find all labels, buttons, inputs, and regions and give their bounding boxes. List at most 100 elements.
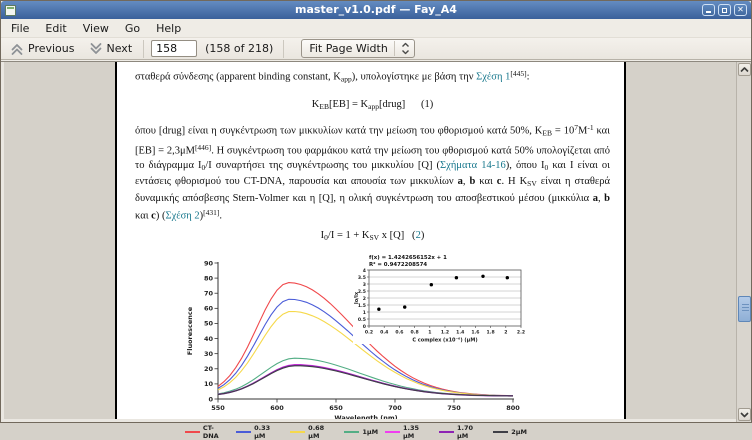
text-segment: ): [421, 230, 425, 241]
svg-text:700: 700: [388, 404, 402, 412]
svg-text:800: 800: [506, 404, 520, 412]
text-segment: και: [475, 176, 496, 187]
text-segment: app: [368, 102, 379, 111]
text-segment: [EB] = K: [329, 99, 368, 110]
menu-go[interactable]: Go: [117, 20, 148, 37]
legend-item: 0.33 μM: [236, 424, 283, 440]
svg-text:0.4: 0.4: [380, 330, 388, 336]
chart-legend: CT-DNA0.33 μM0.68 μM1μΜ1.35 μM1.70 μM2μΜ: [185, 424, 527, 440]
text-segment: b: [604, 193, 610, 204]
window-frame-left: [1, 62, 4, 422]
svg-text:1: 1: [428, 330, 431, 336]
svg-text:0.8: 0.8: [411, 330, 419, 336]
document-link[interactable]: Σχήματα 14-16: [440, 160, 506, 171]
svg-text:2.2: 2.2: [517, 330, 525, 336]
text-segment: και: [135, 211, 151, 222]
double-chevron-up-icon: [10, 42, 24, 56]
text-segment: /I = 1 + K: [328, 230, 370, 241]
legend-line-swatch: [236, 431, 251, 433]
document-link[interactable]: Σχέση 1: [476, 72, 510, 83]
svg-text:50: 50: [204, 320, 214, 328]
legend-label: 0.33 μM: [254, 424, 283, 440]
paragraph-intro-line: σταθερά σύνδεσης (apparent binding const…: [135, 66, 610, 87]
text-segment: ) (: [156, 211, 166, 222]
legend-label: 1.35 μM: [403, 424, 432, 440]
text-segment: ), όπου I: [506, 160, 545, 171]
text-segment: .: [219, 211, 222, 222]
legend-label: 1.70 μM: [457, 424, 486, 440]
zoom-mode-value: Fit Page Width: [309, 42, 387, 55]
window-frame-bottom: [1, 419, 736, 422]
window-title: master_v1.0.pdf — Fay_A4: [1, 1, 751, 19]
minimize-icon: [706, 11, 711, 13]
text-segment: = 10: [552, 125, 574, 136]
svg-text:60: 60: [204, 305, 214, 313]
legend-line-swatch: [439, 431, 454, 433]
svg-text:4: 4: [363, 268, 366, 274]
next-button[interactable]: Next: [85, 41, 137, 57]
svg-text:0.6: 0.6: [395, 330, 403, 336]
legend-item: 1μΜ: [344, 428, 378, 436]
toolbar-separator-2: [283, 40, 284, 58]
svg-text:70: 70: [204, 290, 214, 298]
legend-item: 2μΜ: [493, 428, 527, 436]
legend-line-swatch: [493, 431, 508, 433]
close-button[interactable]: ✕: [734, 4, 747, 16]
svg-text:3: 3: [363, 282, 366, 288]
legend-line-swatch: [385, 431, 400, 433]
svg-text:90: 90: [204, 259, 214, 267]
page-number-input[interactable]: [151, 40, 197, 57]
svg-text:600: 600: [270, 404, 284, 412]
pdf-viewer-window: master_v1.0.pdf — Fay_A4 ✕ File Edit Vie…: [0, 0, 752, 423]
body-paragraph: όπου [drug] είναι η συγκέντρωση των μικκ…: [135, 121, 610, 225]
text-segment: app: [341, 75, 352, 84]
spinner-arrows-icon: [401, 41, 410, 56]
text-segment: :: [527, 72, 530, 83]
legend-label: 1μΜ: [362, 428, 378, 436]
svg-text:0: 0: [363, 324, 366, 330]
scroll-up-button[interactable]: [738, 63, 751, 76]
svg-text:650: 650: [329, 404, 343, 412]
text-segment: [446]: [195, 143, 211, 152]
legend-line-swatch: [344, 431, 359, 433]
maximize-button[interactable]: [718, 4, 731, 16]
text-segment: . Η K: [501, 176, 527, 187]
svg-text:1: 1: [363, 310, 366, 316]
previous-button[interactable]: Previous: [6, 41, 79, 57]
zoom-mode-select[interactable]: Fit Page Width: [301, 39, 414, 58]
menu-file[interactable]: File: [3, 20, 37, 37]
legend-label: 2μΜ: [511, 428, 527, 436]
vertical-scrollbar[interactable]: [736, 62, 751, 422]
text-segment: όπου [drug] είναι η συγκέντρωση των μικκ…: [135, 125, 542, 136]
document-link[interactable]: Σχέση 2: [165, 211, 199, 222]
text-segment: σταθερά σύνδεσης (apparent binding const…: [135, 72, 341, 83]
text-segment: [445]: [510, 69, 526, 78]
svg-text:2: 2: [363, 296, 366, 302]
minimize-button[interactable]: [702, 4, 715, 16]
menu-edit[interactable]: Edit: [37, 20, 74, 37]
svg-text:0.2: 0.2: [365, 330, 373, 336]
text-segment: [drug] (1): [379, 99, 433, 110]
combo-divider: [394, 41, 395, 56]
svg-text:R² = 0.9472208574: R² = 0.9472208574: [369, 261, 427, 268]
figure-chart: 0102030405060708090550600650700750800Flu…: [185, 251, 527, 440]
svg-text:2: 2: [504, 330, 507, 336]
maximize-icon: [722, 8, 727, 13]
scroll-down-button[interactable]: [738, 408, 751, 421]
svg-text:1.4: 1.4: [456, 330, 464, 336]
double-chevron-down-icon: [89, 42, 103, 56]
svg-text:1.2: 1.2: [441, 330, 449, 336]
svg-text:C complex (x10⁻⁶) (μΜ): C complex (x10⁻⁶) (μΜ): [412, 338, 477, 344]
text-segment: [431]: [203, 208, 219, 217]
menu-help[interactable]: Help: [148, 20, 189, 37]
menu-view[interactable]: View: [75, 20, 117, 37]
legend-label: CT-DNA: [203, 424, 229, 440]
equation-2: I0/I = 1 + KSV x [Q] (2): [135, 228, 610, 245]
document-viewport[interactable]: σταθερά σύνδεσης (apparent binding const…: [1, 61, 751, 422]
svg-text:750: 750: [447, 404, 461, 412]
svg-text:80: 80: [204, 274, 214, 282]
text-segment: ), υπολογίστηκε με βάση την: [352, 72, 476, 83]
scrollbar-thumb[interactable]: [738, 296, 751, 322]
svg-text:40: 40: [204, 335, 214, 343]
legend-line-swatch: [185, 431, 200, 433]
